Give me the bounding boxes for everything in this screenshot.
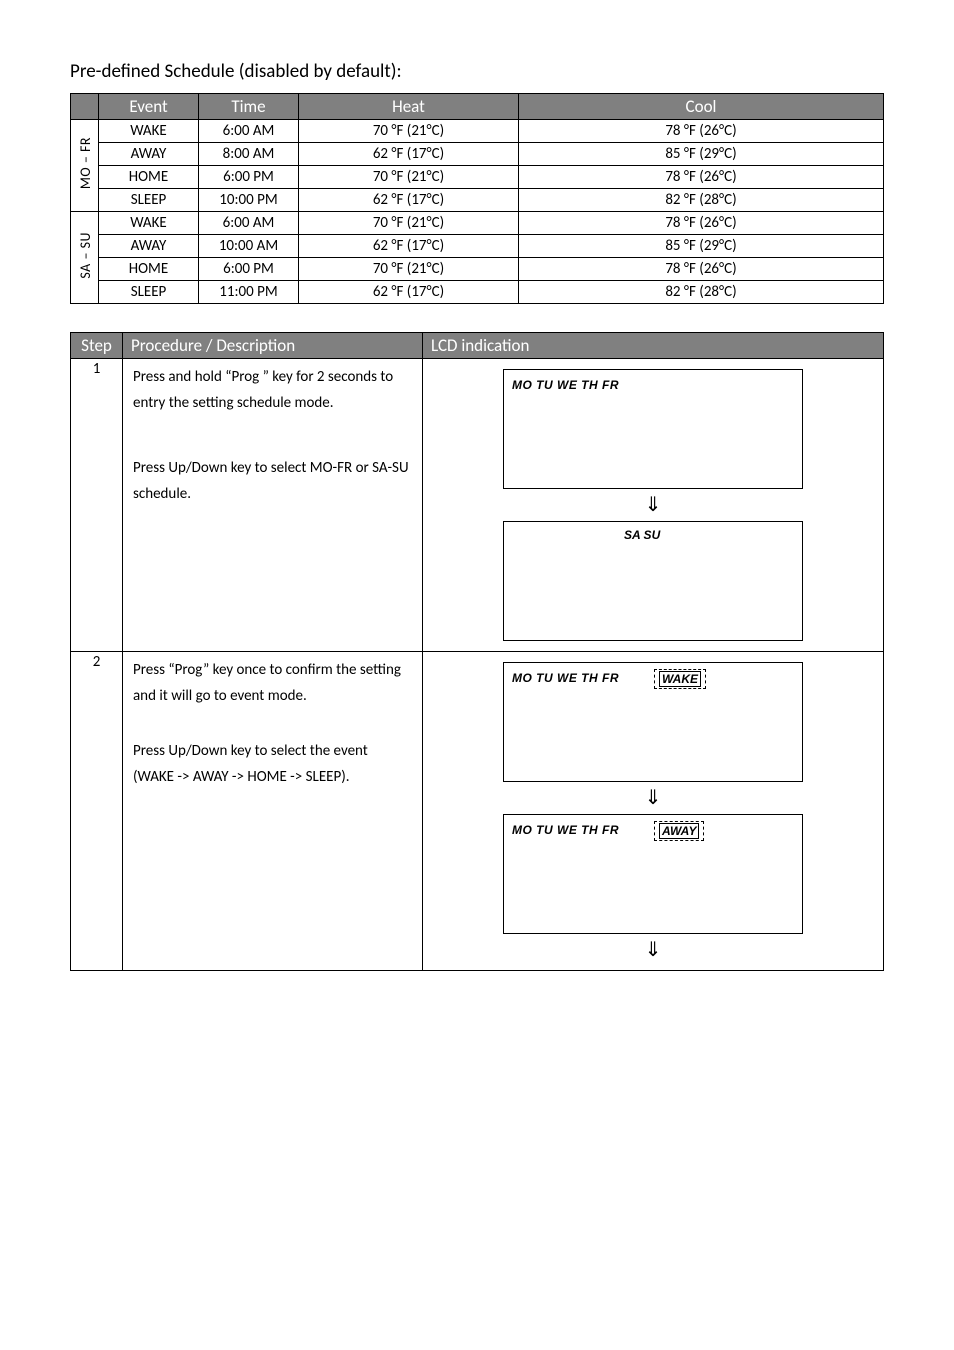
procedure-header-lcd: LCD indication — [423, 333, 884, 359]
step-desc-paragraph: Press Up/Down key to select MO-FR or SA-… — [133, 456, 412, 507]
lcd-screen: MO TU WE TH FR AWAY — [503, 814, 803, 934]
step-desc-paragraph: Press Up/Down key to select the event (W… — [133, 739, 412, 790]
lcd-screen: SA SU — [503, 521, 803, 641]
schedule-table: Event Time Heat Cool MO – FR WAKE 6:00 A… — [70, 93, 884, 304]
lcd-event-badge: AWAY — [654, 821, 704, 841]
cell-event: HOME — [99, 258, 199, 281]
cell-heat: 62 °F (17°C) — [299, 281, 519, 304]
cell-time: 10:00 PM — [199, 189, 299, 212]
down-arrow-icon: ⇓ — [645, 788, 662, 808]
cell-cool: 85 °F (29°C) — [519, 143, 884, 166]
cell-cool: 78 °F (26°C) — [519, 212, 884, 235]
cell-heat: 70 °F (21°C) — [299, 166, 519, 189]
table-row: HOME 6:00 PM 70 °F (21°C) 78 °F (26°C) — [71, 258, 884, 281]
schedule-header-event: Event — [99, 94, 199, 120]
cell-event: SLEEP — [99, 281, 199, 304]
schedule-header-blank — [71, 94, 99, 120]
cell-event: HOME — [99, 166, 199, 189]
cell-cool: 78 °F (26°C) — [519, 166, 884, 189]
step-description: Press “Prog” key once to confirm the set… — [123, 652, 423, 971]
table-row: MO – FR WAKE 6:00 AM 70 °F (21°C) 78 °F … — [71, 120, 884, 143]
lcd-days: MO TU WE TH FR — [512, 378, 619, 392]
cell-heat: 62 °F (17°C) — [299, 235, 519, 258]
lcd-screen: MO TU WE TH FR WAKE — [503, 662, 803, 782]
cell-heat: 62 °F (17°C) — [299, 189, 519, 212]
cell-heat: 70 °F (21°C) — [299, 212, 519, 235]
lcd-indication: MO TU WE TH FR ⇓ SA SU — [423, 359, 884, 652]
page-title: Pre-defined Schedule (disabled by defaul… — [70, 60, 884, 83]
step-description: Press and hold “Prog ” key for 2 seconds… — [123, 359, 423, 652]
cell-time: 11:00 PM — [199, 281, 299, 304]
cell-event: AWAY — [99, 235, 199, 258]
schedule-group-label: MO – FR — [71, 120, 99, 212]
lcd-days: MO TU WE TH FR — [512, 823, 619, 837]
procedure-row: 2 Press “Prog” key once to confirm the s… — [71, 652, 884, 971]
table-row: HOME 6:00 PM 70 °F (21°C) 78 °F (26°C) — [71, 166, 884, 189]
table-row: SLEEP 11:00 PM 62 °F (17°C) 82 °F (28°C) — [71, 281, 884, 304]
lcd-indication: MO TU WE TH FR WAKE ⇓ MO TU WE TH FR AWA… — [423, 652, 884, 971]
cell-heat: 62 °F (17°C) — [299, 143, 519, 166]
cell-heat: 70 °F (21°C) — [299, 120, 519, 143]
cell-time: 6:00 PM — [199, 258, 299, 281]
procedure-header-desc: Procedure / Description — [123, 333, 423, 359]
cell-time: 8:00 AM — [199, 143, 299, 166]
lcd-screen: MO TU WE TH FR — [503, 369, 803, 489]
procedure-table: Step Procedure / Description LCD indicat… — [70, 332, 884, 971]
cell-time: 10:00 AM — [199, 235, 299, 258]
step-number: 1 — [71, 359, 123, 652]
cell-heat: 70 °F (21°C) — [299, 258, 519, 281]
cell-time: 6:00 PM — [199, 166, 299, 189]
procedure-row: 1 Press and hold “Prog ” key for 2 secon… — [71, 359, 884, 652]
schedule-header-cool: Cool — [519, 94, 884, 120]
cell-time: 6:00 AM — [199, 120, 299, 143]
cell-event: AWAY — [99, 143, 199, 166]
schedule-header-time: Time — [199, 94, 299, 120]
schedule-header-heat: Heat — [299, 94, 519, 120]
procedure-header-step: Step — [71, 333, 123, 359]
table-row: AWAY 10:00 AM 62 °F (17°C) 85 °F (29°C) — [71, 235, 884, 258]
table-row: AWAY 8:00 AM 62 °F (17°C) 85 °F (29°C) — [71, 143, 884, 166]
cell-event: WAKE — [99, 212, 199, 235]
lcd-days: SA SU — [624, 528, 660, 542]
step-desc-paragraph: Press and hold “Prog ” key for 2 seconds… — [133, 365, 412, 416]
lcd-event-badge: WAKE — [654, 669, 706, 689]
cell-cool: 78 °F (26°C) — [519, 120, 884, 143]
step-desc-paragraph: Press “Prog” key once to confirm the set… — [133, 658, 412, 709]
cell-cool: 85 °F (29°C) — [519, 235, 884, 258]
cell-time: 6:00 AM — [199, 212, 299, 235]
table-row: SLEEP 10:00 PM 62 °F (17°C) 82 °F (28°C) — [71, 189, 884, 212]
cell-cool: 82 °F (28°C) — [519, 189, 884, 212]
down-arrow-icon: ⇓ — [645, 495, 662, 515]
cell-event: WAKE — [99, 120, 199, 143]
cell-cool: 78 °F (26°C) — [519, 258, 884, 281]
cell-event: SLEEP — [99, 189, 199, 212]
down-arrow-icon: ⇓ — [645, 940, 662, 960]
step-number: 2 — [71, 652, 123, 971]
table-row: SA – SU WAKE 6:00 AM 70 °F (21°C) 78 °F … — [71, 212, 884, 235]
lcd-days: MO TU WE TH FR — [512, 671, 619, 685]
schedule-group-label: SA – SU — [71, 212, 99, 304]
cell-cool: 82 °F (28°C) — [519, 281, 884, 304]
